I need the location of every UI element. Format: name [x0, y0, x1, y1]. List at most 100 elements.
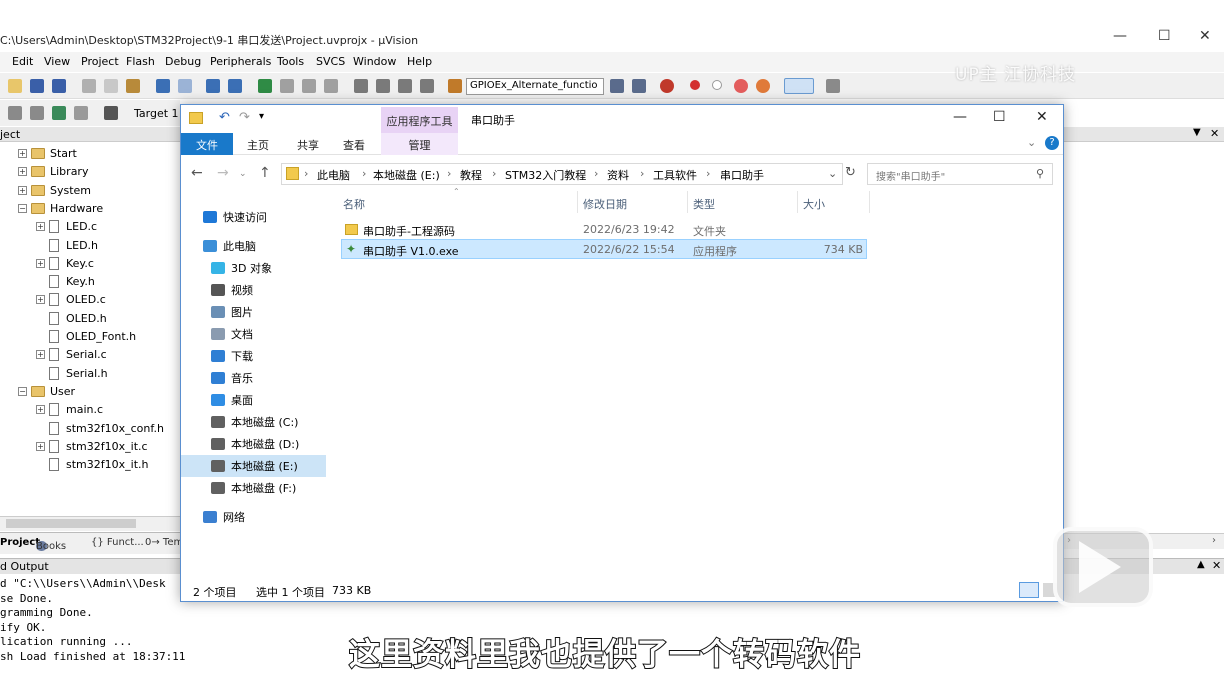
rebuild-icon[interactable] — [52, 106, 66, 120]
list-item[interactable]: 串口助手-工程源码 2022/6/23 19:42 文件夹 — [341, 220, 867, 240]
search-input[interactable]: 搜索"串口助手" ⚲ — [867, 163, 1053, 185]
recent-dropdown-icon[interactable]: ⌄ — [239, 169, 247, 179]
tree-expand-icon[interactable]: + — [18, 149, 27, 158]
indent-icon[interactable] — [354, 79, 368, 93]
breakpoint-kill-icon[interactable] — [734, 79, 748, 93]
comment-icon[interactable] — [398, 79, 412, 93]
explorer-maximize-icon[interactable]: ☐ — [993, 109, 1006, 125]
tab-manage[interactable]: 管理 — [381, 133, 458, 155]
tree-file[interactable]: stm32f10x_conf.h — [36, 420, 164, 437]
tree-expand-icon[interactable]: + — [36, 405, 45, 415]
batch-build-icon[interactable] — [74, 106, 88, 120]
tree-file[interactable]: Key.h — [36, 273, 95, 290]
incremental-find-icon[interactable] — [632, 79, 646, 93]
configure-icon[interactable] — [826, 79, 840, 93]
crumb-this-pc[interactable]: 此电脑 — [317, 167, 350, 183]
bookmark-prev-icon[interactable] — [280, 79, 294, 93]
tree-expand-icon[interactable]: + — [36, 441, 45, 451]
uncomment-icon[interactable] — [420, 79, 434, 93]
tree-file[interactable]: + main.c — [36, 401, 103, 418]
details-view-icon[interactable] — [1019, 582, 1039, 598]
nav-item[interactable]: 此电脑 — [181, 235, 326, 257]
crumb-materials[interactable]: 资料 — [607, 167, 629, 183]
tree-file[interactable]: OLED.h — [36, 310, 107, 327]
cut-icon[interactable] — [82, 79, 96, 93]
breakpoint-icon[interactable] — [690, 80, 700, 90]
tree-file[interactable]: + OLED.c — [36, 291, 106, 308]
open-icon[interactable] — [8, 79, 22, 93]
address-dropdown-icon[interactable]: ⌄ — [828, 167, 837, 180]
breakpoint-disable-icon[interactable] — [712, 80, 722, 90]
refresh-icon[interactable]: ↻ — [845, 165, 856, 180]
dropdown-icon[interactable]: ▼ — [1193, 127, 1201, 138]
outdent-icon[interactable] — [376, 79, 390, 93]
column-date[interactable]: 修改日期 — [583, 196, 627, 212]
back-icon[interactable] — [206, 79, 220, 93]
tab-project[interactable]: Project — [0, 537, 40, 548]
crumb-separator-icon[interactable]: › — [640, 167, 644, 180]
nav-item[interactable]: 音乐 — [181, 367, 326, 389]
nav-item[interactable]: 文档 — [181, 323, 326, 345]
window-layout-icon[interactable] — [784, 78, 814, 94]
tree-expand-icon[interactable]: + — [36, 350, 45, 360]
find-combo[interactable]: GPIOEx_Alternate_functio — [466, 78, 604, 95]
up-icon[interactable]: ↑ — [259, 165, 271, 181]
column-type[interactable]: 类型 — [693, 196, 715, 212]
menu-help[interactable]: Help — [407, 55, 432, 68]
tree-file[interactable]: OLED_Font.h — [36, 328, 136, 345]
nav-item[interactable]: 桌面 — [181, 389, 326, 411]
editor-close-icon[interactable]: ✕ — [1210, 127, 1219, 140]
tree-expand-icon[interactable]: + — [18, 185, 27, 195]
explorer-minimize-icon[interactable]: — — [953, 109, 967, 125]
tab-view[interactable]: 查看 — [331, 133, 377, 155]
tree-expand-icon[interactable]: − — [18, 203, 27, 213]
bookmark-next-icon[interactable] — [302, 79, 316, 93]
copy-icon[interactable] — [104, 79, 118, 93]
tree-expand-icon[interactable]: − — [18, 386, 27, 396]
address-bar[interactable]: › 此电脑 › 本地磁盘 (E:) › 教程 › STM32入门教程 › 资料 … — [281, 163, 843, 185]
undo-icon[interactable] — [156, 79, 170, 93]
menu-window[interactable]: Window — [353, 55, 396, 68]
nav-item[interactable]: 本地磁盘 (F:) — [181, 477, 326, 499]
crumb-tutorial[interactable]: 教程 — [460, 167, 482, 183]
tree-file[interactable]: stm32f10x_it.h — [36, 456, 148, 473]
menu-flash[interactable]: Flash — [126, 55, 155, 68]
crumb-separator-icon[interactable]: › — [362, 167, 366, 180]
tree-expand-icon[interactable]: + — [36, 258, 45, 268]
paste-icon[interactable] — [126, 79, 140, 93]
crumb-separator-icon[interactable]: › — [304, 167, 308, 180]
crumb-separator-icon[interactable]: › — [594, 167, 598, 180]
menu-tools[interactable]: Tools — [277, 55, 304, 68]
nav-item[interactable]: 快速访问 — [181, 206, 326, 228]
tree-folder[interactable]: + Start — [18, 145, 77, 162]
forward-icon[interactable]: → — [217, 165, 229, 181]
output-close-icon[interactable]: ✕ — [1212, 559, 1221, 572]
menu-debug[interactable]: Debug — [165, 55, 201, 68]
tree-file[interactable]: + Key.c — [36, 255, 94, 272]
tree-expand-icon[interactable]: + — [36, 295, 45, 305]
tab-share[interactable]: 共享 — [283, 133, 333, 155]
ribbon-expand-icon[interactable]: ⌄ — [1027, 136, 1036, 149]
project-tree-scrollbar[interactable] — [0, 516, 180, 531]
tree-file[interactable]: + LED.c — [36, 218, 97, 235]
minimize-icon[interactable]: — — [1113, 28, 1127, 44]
tree-file[interactable]: LED.h — [36, 237, 98, 254]
play-icon[interactable] — [1053, 527, 1153, 607]
crumb-separator-icon[interactable]: › — [492, 167, 496, 180]
tree-folder[interactable]: − Hardware — [18, 200, 103, 217]
save-all-icon[interactable] — [52, 79, 66, 93]
tab-functions[interactable]: {} Funct... — [91, 537, 144, 548]
bookmark-icon[interactable] — [258, 79, 272, 93]
tree-folder[interactable]: + Library — [18, 163, 88, 180]
crumb-drive-e[interactable]: 本地磁盘 (E:) — [373, 167, 440, 183]
list-item-selected[interactable]: ✦ 串口助手 V1.0.exe 2022/6/22 15:54 应用程序 734… — [341, 239, 867, 259]
crumb-separator-icon[interactable]: › — [447, 167, 451, 180]
find-in-files-icon[interactable] — [610, 79, 624, 93]
back-icon[interactable]: ← — [191, 165, 203, 181]
explorer-close-icon[interactable]: ✕ — [1036, 109, 1048, 125]
tree-file[interactable]: + Serial.c — [36, 346, 107, 363]
editor-area[interactable] — [1064, 142, 1224, 532]
nav-item[interactable]: 视频 — [181, 279, 326, 301]
nav-item[interactable]: 网络 — [181, 506, 326, 528]
breakpoint-all-icon[interactable] — [756, 79, 770, 93]
